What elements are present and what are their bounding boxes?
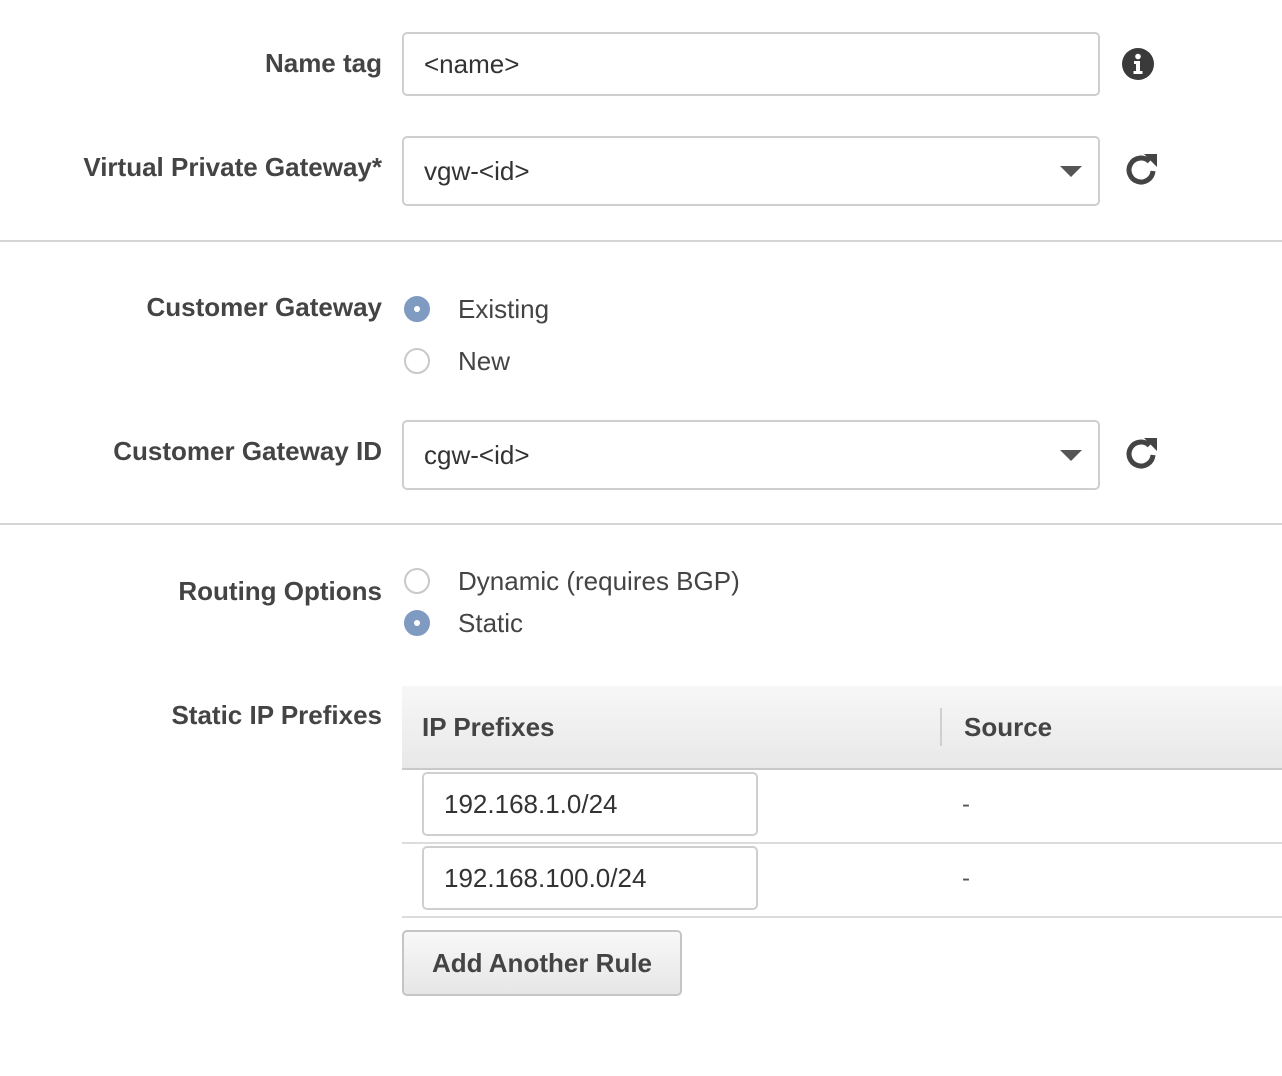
section-divider <box>0 240 1282 242</box>
refresh-icon[interactable] <box>1122 434 1162 474</box>
customer-gateway-label: Customer Gateway <box>146 292 382 322</box>
name-tag-value: <name> <box>424 48 520 79</box>
ip-prefix-value: 192.168.1.0/24 <box>444 788 618 819</box>
vpg-select[interactable]: vgw-<id> <box>402 136 1100 206</box>
radio-label: Existing <box>458 293 550 324</box>
radio-button[interactable] <box>404 568 430 594</box>
ip-prefix-input[interactable]: 192.168.100.0/24 <box>422 846 758 910</box>
add-another-rule-button[interactable]: Add Another Rule <box>402 930 682 996</box>
radio-button[interactable] <box>404 348 430 374</box>
section-divider <box>0 523 1282 525</box>
prefixes-table: IP Prefixes Source 192.168.1.0/24 - 192.… <box>402 686 1282 918</box>
cgw-id-value: cgw-<id> <box>424 439 530 470</box>
table-row: 192.168.100.0/24 - <box>402 844 1282 918</box>
routing-option-dynamic[interactable]: Dynamic (requires BGP) <box>404 564 740 598</box>
radio-label: New <box>458 345 511 376</box>
chevron-down-icon <box>1060 166 1082 177</box>
radio-button[interactable] <box>404 610 430 636</box>
source-value: - <box>962 865 970 892</box>
radio-label: Static <box>458 607 524 638</box>
ip-prefix-input[interactable]: 192.168.1.0/24 <box>422 772 758 836</box>
cgw-id-select[interactable]: cgw-<id> <box>402 420 1100 490</box>
vpg-value: vgw-<id> <box>424 155 530 186</box>
table-header: IP Prefixes Source <box>402 686 1282 770</box>
chevron-down-icon <box>1060 450 1082 461</box>
radio-button[interactable] <box>404 296 430 322</box>
info-icon[interactable] <box>1121 47 1155 81</box>
customer-gateway-option-new[interactable]: New <box>404 344 510 378</box>
routing-options-label: Routing Options <box>178 576 382 606</box>
column-divider <box>940 708 942 746</box>
routing-option-static[interactable]: Static <box>404 606 523 640</box>
customer-gateway-option-existing[interactable]: Existing <box>404 292 549 326</box>
table-row: 192.168.1.0/24 - <box>402 770 1282 844</box>
refresh-icon[interactable] <box>1122 150 1162 190</box>
static-ip-prefixes-label: Static IP Prefixes <box>171 700 382 730</box>
column-header-source[interactable]: Source <box>964 686 1052 768</box>
column-header-ip-prefixes[interactable]: IP Prefixes <box>422 686 555 768</box>
ip-prefix-value: 192.168.100.0/24 <box>444 862 647 893</box>
radio-label: Dynamic (requires BGP) <box>458 565 740 596</box>
vpg-label: Virtual Private Gateway* <box>83 152 382 182</box>
cgw-id-label: Customer Gateway ID <box>113 436 382 466</box>
name-tag-input[interactable]: <name> <box>402 32 1100 96</box>
name-tag-label: Name tag <box>264 48 382 78</box>
source-value: - <box>962 791 970 818</box>
